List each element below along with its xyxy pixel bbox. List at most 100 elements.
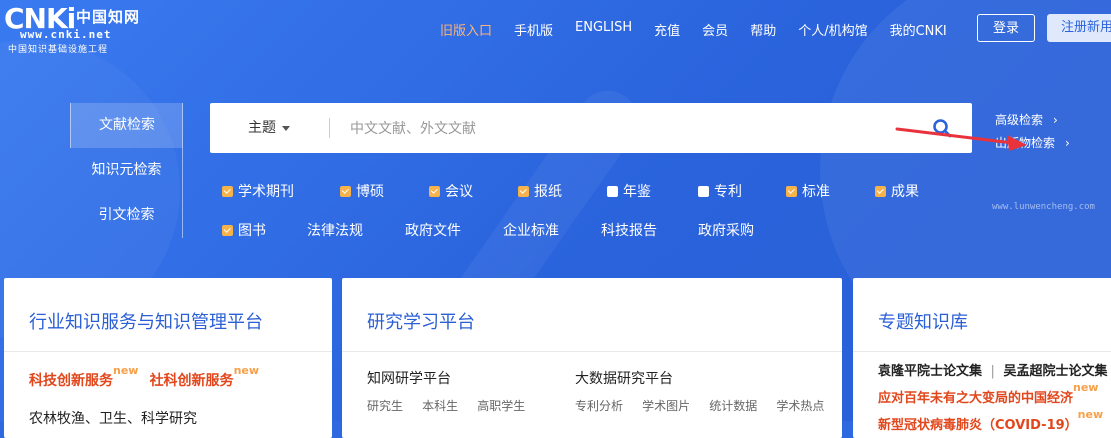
- checkbox-achievement[interactable]: 成果: [875, 181, 945, 201]
- chevron-right-icon: ›: [1053, 113, 1058, 127]
- checkbox-unchecked-icon: [698, 185, 709, 197]
- link-covid-topic[interactable]: 新型冠状病毒肺炎（COVID-19）: [878, 418, 1078, 433]
- new-badge: new: [1077, 408, 1104, 421]
- checkbox-standard[interactable]: 标准: [786, 181, 875, 201]
- caret-down-icon: [282, 125, 290, 131]
- link-tech-reports[interactable]: 科技报告: [601, 220, 698, 240]
- checkbox-unchecked-icon: [607, 185, 618, 197]
- link-enterprise-standards[interactable]: 企业标准: [503, 220, 601, 240]
- link-gov-procurement[interactable]: 政府采购: [698, 220, 788, 240]
- checkbox-journal[interactable]: 学术期刊: [222, 181, 340, 201]
- checkbox-checked-icon: [786, 185, 797, 197]
- link-big-data-platform[interactable]: 大数据研究平台: [575, 368, 673, 388]
- register-button[interactable]: 注册新用户: [1047, 14, 1111, 42]
- checkbox-label: 会议: [445, 184, 473, 200]
- nav-mobile[interactable]: 手机版: [514, 20, 553, 39]
- checkbox-checked-icon: [222, 185, 233, 197]
- card-topic-knowledge-base: 专题知识库 袁隆平院士论文集 | 吴孟超院士论文集 应对百年未有之大变局的中国经…: [853, 278, 1111, 438]
- checkbox-label: 图书: [238, 223, 266, 239]
- tab-knowledge-element-search[interactable]: 知识元检索: [70, 148, 183, 193]
- checkbox-label: 年鉴: [623, 184, 651, 200]
- nav-personal-institution[interactable]: 个人/机构馆: [798, 20, 867, 39]
- nav-member[interactable]: 会员: [702, 20, 728, 39]
- big-data-list: 专利分析 学术图片 统计数据 学术热点: [575, 395, 824, 414]
- nav-my-cnki[interactable]: 我的CNKI: [890, 20, 947, 39]
- industry-categories[interactable]: 农林牧渔、卫生、科学研究: [29, 408, 197, 428]
- logo-url: www.cnki.net: [20, 28, 112, 41]
- link-undergraduate[interactable]: 本科生: [422, 399, 458, 413]
- tab-citation-search[interactable]: 引文检索: [70, 193, 183, 238]
- checkbox-label: 学术期刊: [238, 184, 294, 200]
- checkbox-checked-icon: [340, 185, 351, 197]
- chevron-right-icon: ›: [1065, 136, 1070, 150]
- database-link-row: 图书 法律法规 政府文件 企业标准 科技报告 政府采购: [222, 220, 788, 240]
- link-economy-topic[interactable]: 应对百年未有之大变局的中国经济: [878, 391, 1073, 406]
- top-nav: 旧版入口 手机版 ENGLISH 充值 会员 帮助 个人/机构馆 我的CNKI: [440, 20, 969, 39]
- link-patent-analysis[interactable]: 专利分析: [575, 399, 623, 413]
- link-cnki-study-platform[interactable]: 知网研学平台: [367, 368, 451, 388]
- nav-help[interactable]: 帮助: [750, 20, 776, 39]
- card-research-platform: 研究学习平台 知网研学平台 研究生 本科生 高职学生 大数据研究平台 专利分析 …: [342, 278, 842, 438]
- nav-old-version[interactable]: 旧版入口: [440, 20, 492, 39]
- topic-line-1: 袁隆平院士论文集 | 吴孟超院士论文集: [878, 360, 1107, 379]
- link-graduate[interactable]: 研究生: [367, 399, 403, 413]
- tabs-divider: [182, 103, 183, 238]
- separator: |: [990, 364, 995, 379]
- card-title[interactable]: 行业知识服务与知识管理平台: [29, 308, 263, 334]
- link-social-science-innovation[interactable]: 社科创新服务: [150, 373, 234, 389]
- search-divider: [329, 118, 330, 138]
- watermark-text: www.lunwencheng.com: [992, 202, 1095, 212]
- new-badge: new: [113, 364, 139, 377]
- study-audience-list: 研究生 本科生 高职学生: [367, 395, 525, 414]
- checkbox-checked-icon: [875, 185, 886, 197]
- search-field-label: 主题: [248, 120, 276, 136]
- link-academic-images[interactable]: 学术图片: [642, 399, 690, 413]
- link-academic-hotspots[interactable]: 学术热点: [776, 399, 824, 413]
- new-badge: new: [233, 364, 260, 377]
- checkbox-conference[interactable]: 会议: [429, 181, 518, 201]
- nav-recharge[interactable]: 充值: [654, 20, 680, 39]
- nav-english[interactable]: ENGLISH: [575, 20, 632, 36]
- link-yuan-longping[interactable]: 袁隆平院士论文集: [878, 364, 982, 379]
- hot-links: 科技创新服务new 社科创新服务new: [29, 364, 259, 390]
- login-button[interactable]: 登录: [977, 14, 1035, 42]
- checkbox-label: 成果: [891, 184, 919, 200]
- checkbox-thesis[interactable]: 博硕: [340, 181, 429, 201]
- checkbox-checked-icon: [429, 185, 440, 197]
- link-tech-innovation[interactable]: 科技创新服务: [29, 373, 113, 389]
- search-field-select[interactable]: 主题: [248, 103, 290, 153]
- card-divider: [342, 351, 842, 352]
- search-type-tabs: 文献检索 知识元检索 引文检索: [70, 103, 183, 238]
- checkbox-yearbook[interactable]: 年鉴: [607, 181, 698, 201]
- logo-brand-cn: 中国知网: [76, 8, 141, 26]
- link-gov-docs[interactable]: 政府文件: [405, 220, 503, 240]
- checkbox-label: 标准: [802, 184, 830, 200]
- card-title[interactable]: 专题知识库: [878, 308, 968, 334]
- logo-subtitle: 中国知识基础设施工程: [8, 45, 109, 55]
- topic-line-2: 应对百年未有之大变局的中国经济new: [878, 381, 1098, 406]
- card-industry-platform: 行业知识服务与知识管理平台 科技创新服务new 社科创新服务new 农林牧渔、卫…: [4, 278, 332, 438]
- search-input[interactable]: [348, 115, 912, 143]
- topic-line-3: 新型冠状病毒肺炎（COVID-19）new: [878, 408, 1103, 433]
- search-box: 主题: [210, 103, 972, 153]
- card-divider: [853, 351, 1111, 352]
- link-statistics[interactable]: 统计数据: [709, 399, 757, 413]
- checkbox-book[interactable]: 图书: [222, 220, 307, 240]
- checkbox-label: 报纸: [534, 184, 562, 200]
- checkbox-newspaper[interactable]: 报纸: [518, 181, 607, 201]
- link-laws[interactable]: 法律法规: [307, 220, 405, 240]
- link-vocational[interactable]: 高职学生: [477, 399, 525, 413]
- new-badge: new: [1073, 381, 1099, 394]
- tab-literature-search[interactable]: 文献检索: [70, 103, 183, 148]
- checkbox-label: 博硕: [356, 184, 384, 200]
- card-divider: [4, 351, 332, 352]
- link-wu-mengchao[interactable]: 吴孟超院士论文集: [1003, 364, 1107, 379]
- card-title[interactable]: 研究学习平台: [367, 308, 475, 334]
- cnki-logo[interactable]: CNKi 中国知网 www.cnki.net 中国知识基础设施工程: [4, 2, 154, 55]
- checkbox-checked-icon: [518, 185, 529, 197]
- database-checkbox-row: 学术期刊 博硕 会议 报纸 年鉴 专利 标准 成果: [222, 181, 945, 201]
- checkbox-patent[interactable]: 专利: [698, 181, 786, 201]
- checkbox-label: 专利: [714, 184, 742, 200]
- red-arrow-annotation: [895, 127, 1027, 151]
- checkbox-checked-icon: [222, 224, 233, 236]
